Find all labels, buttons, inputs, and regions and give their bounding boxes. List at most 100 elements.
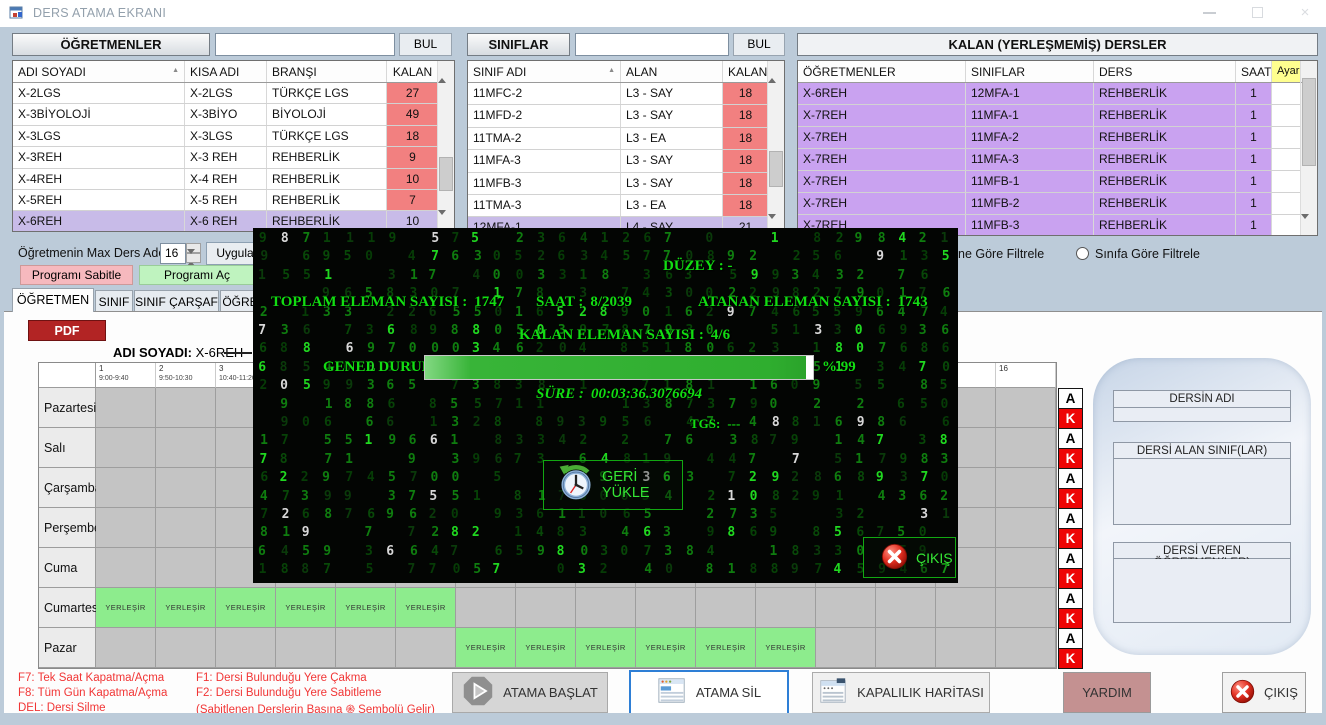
day-open-cell[interactable]: A [1058, 628, 1083, 649]
column-header[interactable]: KISA ADI [185, 61, 267, 82]
column-header[interactable]: BRANŞI [267, 61, 387, 82]
schedule-cell[interactable] [876, 588, 936, 628]
dialog-exit-button[interactable]: ÇIKIŞ [863, 537, 956, 578]
restore-button[interactable]: GERİ YÜKLE [543, 460, 683, 510]
schedule-cell[interactable] [156, 508, 216, 548]
schedule-cell[interactable] [276, 628, 336, 668]
table-row[interactable]: 11MFB-3L3 - SAY18 [468, 173, 784, 195]
classes-panel-header[interactable]: SINIFLAR [467, 33, 570, 56]
yerlesir-cell[interactable]: YERLEŞİR [576, 628, 636, 668]
table-row[interactable]: X-7REH11MFB-1REHBERLİK1 [798, 171, 1317, 193]
maximize-button[interactable] [1240, 0, 1274, 26]
schedule-cell[interactable] [96, 388, 156, 428]
table-row[interactable]: X-3REHX-3 REHREHBERLİK9 [13, 147, 454, 168]
table-row[interactable]: X-7REH11MFA-1REHBERLİK1 [798, 105, 1317, 127]
table-row[interactable]: X-7REH11MFA-2REHBERLİK1 [798, 127, 1317, 149]
table-row[interactable]: X-4REHX-4 REHREHBERLİK10 [13, 169, 454, 190]
day-closed-cell[interactable]: K [1058, 528, 1083, 549]
scroll-up-icon[interactable] [1301, 61, 1317, 77]
schedule-cell[interactable] [516, 588, 576, 628]
open-program-button[interactable]: Programı Aç [139, 265, 255, 285]
tab-sinif[interactable]: SINIF [95, 290, 133, 312]
table-row[interactable]: X-7REH11MFB-2REHBERLİK1 [798, 193, 1317, 215]
filter-by-teacher-radio-label[interactable]: ne Göre Filtrele [958, 247, 1044, 261]
schedule-cell[interactable] [996, 548, 1056, 588]
ayar-cell[interactable] [1272, 193, 1302, 214]
schedule-cell[interactable] [996, 388, 1056, 428]
classes-table-scrollbar[interactable] [767, 61, 784, 235]
max-lessons-stepper[interactable] [186, 243, 201, 264]
remaining-table-scrollbar[interactable] [1300, 61, 1317, 235]
yerlesir-cell[interactable]: YERLEŞİR [696, 628, 756, 668]
table-row[interactable]: X-5REHX-5 REHREHBERLİK7 [13, 190, 454, 211]
schedule-cell[interactable] [336, 628, 396, 668]
scroll-down-icon[interactable] [1301, 219, 1317, 235]
ayar-cell[interactable] [1272, 105, 1302, 126]
column-header[interactable]: KALAN [723, 61, 769, 82]
minimize-button[interactable] [1192, 0, 1226, 26]
closure-map-button[interactable]: KAPALILIK HARİTASI [812, 672, 990, 713]
day-open-cell[interactable]: A [1058, 428, 1083, 449]
column-header[interactable]: ÖĞRETMENLER [798, 61, 966, 82]
yerlesir-cell[interactable]: YERLEŞİR [636, 628, 696, 668]
column-header[interactable]: KALAN [387, 61, 439, 82]
day-open-cell[interactable]: A [1058, 388, 1083, 409]
ayar-cell[interactable] [1272, 83, 1302, 104]
table-row[interactable]: 11TMA-3L3 - EA18 [468, 195, 784, 217]
schedule-cell[interactable] [156, 628, 216, 668]
day-open-cell[interactable]: A [1058, 588, 1083, 609]
schedule-cell[interactable] [216, 628, 276, 668]
schedule-cell[interactable] [816, 628, 876, 668]
yerlesir-cell[interactable]: YERLEŞİR [276, 588, 336, 628]
day-closed-cell[interactable]: K [1058, 488, 1083, 509]
schedule-cell[interactable] [756, 588, 816, 628]
pdf-button[interactable]: PDF [28, 320, 106, 341]
yerlesir-cell[interactable]: YERLEŞİR [456, 628, 516, 668]
scrollbar-thumb[interactable] [769, 151, 783, 187]
schedule-cell[interactable] [996, 468, 1056, 508]
day-closed-cell[interactable]: K [1058, 408, 1083, 429]
classes-search-input[interactable] [575, 33, 729, 56]
yerlesir-cell[interactable]: YERLEŞİR [396, 588, 456, 628]
fix-program-button[interactable]: Programı Sabitle [20, 265, 133, 285]
schedule-cell[interactable] [396, 628, 456, 668]
table-row[interactable]: X-7REH11MFA-3REHBERLİK1 [798, 149, 1317, 171]
day-closed-cell[interactable]: K [1058, 568, 1083, 589]
schedule-cell[interactable] [96, 628, 156, 668]
scroll-up-icon[interactable] [768, 61, 784, 77]
schedule-cell[interactable] [996, 428, 1056, 468]
schedule-cell[interactable] [576, 588, 636, 628]
table-row[interactable]: X-6REH12MFA-1REHBERLİK1 [798, 83, 1317, 105]
column-header[interactable]: DERS [1094, 61, 1236, 82]
scroll-up-icon[interactable] [438, 61, 454, 77]
help-button[interactable]: YARDIM [1063, 672, 1151, 713]
schedule-cell[interactable] [696, 588, 756, 628]
table-row[interactable]: 11MFD-2L3 - SAY18 [468, 105, 784, 127]
exit-button[interactable]: ÇIKIŞ [1222, 672, 1306, 713]
table-row[interactable]: 11TMA-2L3 - EA18 [468, 128, 784, 150]
schedule-cell[interactable] [96, 508, 156, 548]
teachers-table-scrollbar[interactable] [437, 61, 454, 231]
table-row[interactable]: X-3BİYOLOJİX-3BİYOBİYOLOJİ49 [13, 104, 454, 125]
schedule-cell[interactable] [156, 428, 216, 468]
column-header[interactable]: SINIFLAR [966, 61, 1094, 82]
table-row[interactable]: 11MFC-2L3 - SAY18 [468, 83, 784, 105]
yerlesir-cell[interactable]: YERLEŞİR [156, 588, 216, 628]
day-closed-cell[interactable]: K [1058, 608, 1083, 629]
yerlesir-cell[interactable]: YERLEŞİR [96, 588, 156, 628]
schedule-cell[interactable] [96, 468, 156, 508]
table-row[interactable]: X-3LGSX-3LGSTÜRKÇE LGS18 [13, 126, 454, 147]
schedule-cell[interactable] [996, 508, 1056, 548]
schedule-cell[interactable] [816, 588, 876, 628]
max-lessons-value[interactable]: 16 [160, 243, 186, 264]
yerlesir-cell[interactable]: YERLEŞİR [516, 628, 576, 668]
classes-find-button[interactable]: BUL [733, 33, 785, 56]
schedule-cell[interactable] [96, 428, 156, 468]
scrollbar-thumb[interactable] [1302, 78, 1316, 166]
schedule-cell[interactable] [156, 468, 216, 508]
ayar-cell[interactable] [1272, 215, 1302, 236]
schedule-cell[interactable] [996, 628, 1056, 668]
ayar-cell[interactable] [1272, 171, 1302, 192]
yerlesir-cell[interactable]: YERLEŞİR [216, 588, 276, 628]
delete-assignment-button[interactable]: ATAMA SİL [629, 670, 789, 715]
